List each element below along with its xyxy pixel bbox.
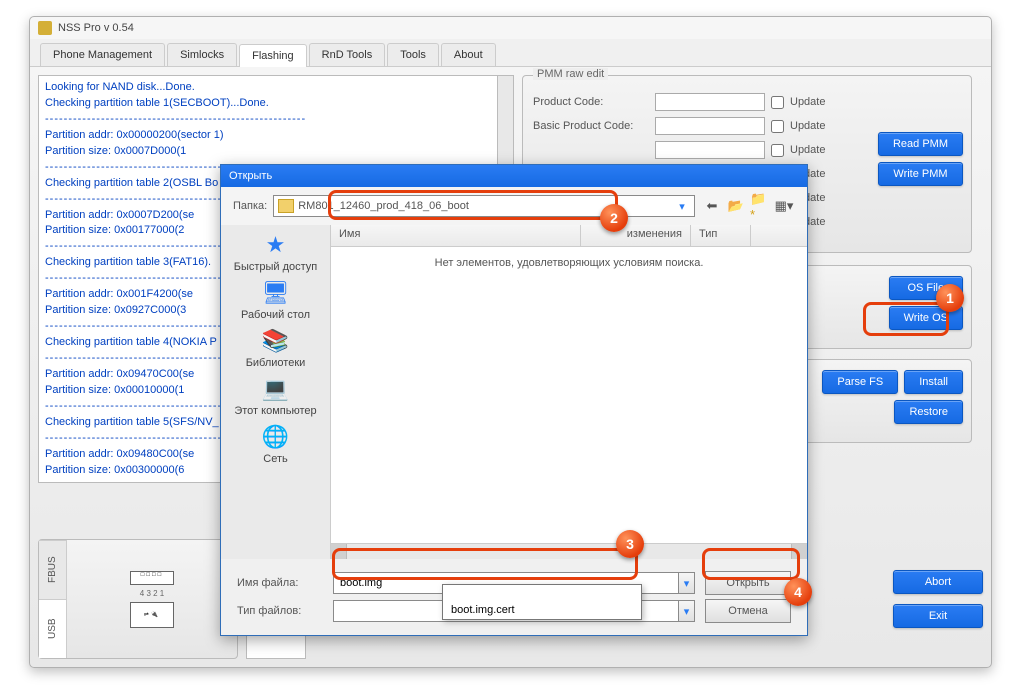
os-file-button[interactable]: OS File — [889, 276, 963, 300]
read-pmm-button[interactable]: Read PMM — [878, 132, 963, 156]
place-item[interactable]: 💻 Этот компьютер — [231, 375, 321, 417]
place-item[interactable]: 📚 Библиотеки — [231, 327, 321, 369]
update-label: Update — [790, 144, 825, 156]
filetype-dropdown-icon[interactable]: ▾ — [679, 600, 695, 622]
field-input[interactable] — [655, 117, 765, 135]
back-icon[interactable]: ⬅ — [701, 196, 723, 216]
place-icon: 📚 — [259, 327, 293, 355]
update-checkbox[interactable] — [771, 96, 784, 109]
places-bar: ★ Быстрый доступ 🖥 Рабочий стол 📚 Библиотеки 💻… — [221, 225, 331, 559]
tab-strip: Phone Management Simlocks Flashing RnD T… — [30, 39, 991, 67]
folder-icon — [278, 199, 294, 213]
new-folder-icon[interactable]: 📁* — [749, 196, 771, 216]
update-label: Update — [790, 96, 825, 108]
filename-dropdown-icon[interactable]: ▾ — [679, 572, 695, 594]
vtab-usb[interactable]: USB — [39, 599, 66, 658]
folder-name: RM801_12460_prod_418_06_boot — [298, 200, 469, 212]
chevron-down-icon[interactable]: ▾ — [674, 196, 690, 216]
usb-connector-image: □□□□ 4 3 2 1 ⇌🔌 — [67, 540, 237, 658]
update-checkbox[interactable] — [771, 144, 784, 157]
popup-item[interactable]: boot.img.cert — [443, 601, 641, 619]
place-item[interactable]: 🌐 Сеть — [231, 423, 321, 465]
write-pmm-button[interactable]: Write PMM — [878, 162, 963, 186]
filetype-label: Тип файлов: — [237, 605, 323, 617]
open-file-dialog: Открыть Папка: RM801_12460_prod_418_06_b… — [220, 164, 808, 636]
place-label: Библиотеки — [231, 357, 321, 369]
file-list-area[interactable]: Имя изменения Тип Нет элементов, удовлет… — [331, 225, 807, 559]
tab-phone-management[interactable]: Phone Management — [40, 43, 165, 66]
chip-top: □□□□ — [130, 571, 174, 585]
col-type[interactable]: Тип — [691, 225, 751, 246]
parse-fs-button[interactable]: Parse FS — [822, 370, 898, 394]
restore-button[interactable]: Restore — [894, 400, 963, 424]
list-header[interactable]: Имя изменения Тип — [331, 225, 807, 247]
up-icon[interactable]: 📂 — [725, 196, 747, 216]
pin-label: 4 3 2 1 — [140, 589, 164, 598]
place-item[interactable]: ★ Быстрый доступ — [231, 231, 321, 273]
place-icon: 🖥 — [259, 279, 293, 307]
app-icon — [38, 21, 52, 35]
window-title: NSS Pro v 0.54 — [58, 22, 134, 34]
place-label: Этот компьютер — [231, 405, 321, 417]
tab-about[interactable]: About — [441, 43, 496, 66]
tab-rnd-tools[interactable]: RnD Tools — [309, 43, 386, 66]
field-input[interactable] — [655, 141, 765, 159]
folder-dropdown[interactable]: RM801_12460_prod_418_06_boot ▾ — [273, 195, 695, 217]
connector-panel: FBUS USB □□□□ 4 3 2 1 ⇌🔌 — [38, 539, 238, 659]
abort-button[interactable]: Abort — [893, 570, 983, 594]
folder-label: Папка: — [233, 200, 267, 212]
filename-label: Имя файла: — [237, 577, 323, 589]
place-label: Рабочий стол — [231, 309, 321, 321]
horizontal-scrollbar[interactable] — [331, 543, 807, 559]
field-input[interactable] — [655, 93, 765, 111]
popup-item[interactable] — [443, 585, 641, 601]
vtab-fbus[interactable]: FBUS — [39, 540, 66, 599]
place-icon: ★ — [259, 231, 293, 259]
log-line: Looking for NAND disk...Done. — [45, 80, 491, 96]
log-line: ----------------------------------------… — [45, 112, 491, 128]
col-date[interactable]: изменения — [581, 225, 691, 246]
titlebar: NSS Pro v 0.54 — [30, 17, 991, 39]
place-label: Сеть — [231, 453, 321, 465]
field-label: Basic Product Code: — [533, 120, 649, 132]
place-icon: 🌐 — [259, 423, 293, 451]
pmm-row: Product Code: Update — [533, 90, 961, 114]
install-button[interactable]: Install — [904, 370, 963, 394]
update-label: Update — [790, 120, 825, 132]
tab-flashing[interactable]: Flashing — [239, 44, 307, 67]
log-line: Checking partition table 1(SECBOOT)...Do… — [45, 96, 491, 112]
place-label: Быстрый доступ — [231, 261, 321, 273]
field-label: Product Code: — [533, 96, 649, 108]
filename-popup[interactable]: boot.img.cert — [442, 584, 642, 620]
empty-message: Нет элементов, удовлетворяющих условиям … — [331, 247, 807, 543]
group-title: PMM raw edit — [533, 68, 608, 80]
exit-button[interactable]: Exit — [893, 604, 983, 628]
open-button[interactable]: Открыть — [705, 571, 791, 595]
update-checkbox[interactable] — [771, 120, 784, 133]
log-line: Partition size: 0x0007D000(1 — [45, 144, 491, 160]
tab-tools[interactable]: Tools — [387, 43, 439, 66]
usb-icon: ⇌🔌 — [130, 602, 174, 628]
view-menu-icon[interactable]: ▦▾ — [773, 196, 795, 216]
dialog-toolbar: ⬅ 📂 📁* ▦▾ — [701, 196, 795, 216]
place-item[interactable]: 🖥 Рабочий стол — [231, 279, 321, 321]
write-os-button[interactable]: Write OS — [889, 306, 963, 330]
dialog-title: Открыть — [221, 165, 807, 187]
tab-simlocks[interactable]: Simlocks — [167, 43, 237, 66]
place-icon: 💻 — [259, 375, 293, 403]
col-name[interactable]: Имя — [331, 225, 581, 246]
log-line: Partition addr: 0x00000200(sector 1) — [45, 128, 491, 144]
cancel-button[interactable]: Отмена — [705, 599, 791, 623]
